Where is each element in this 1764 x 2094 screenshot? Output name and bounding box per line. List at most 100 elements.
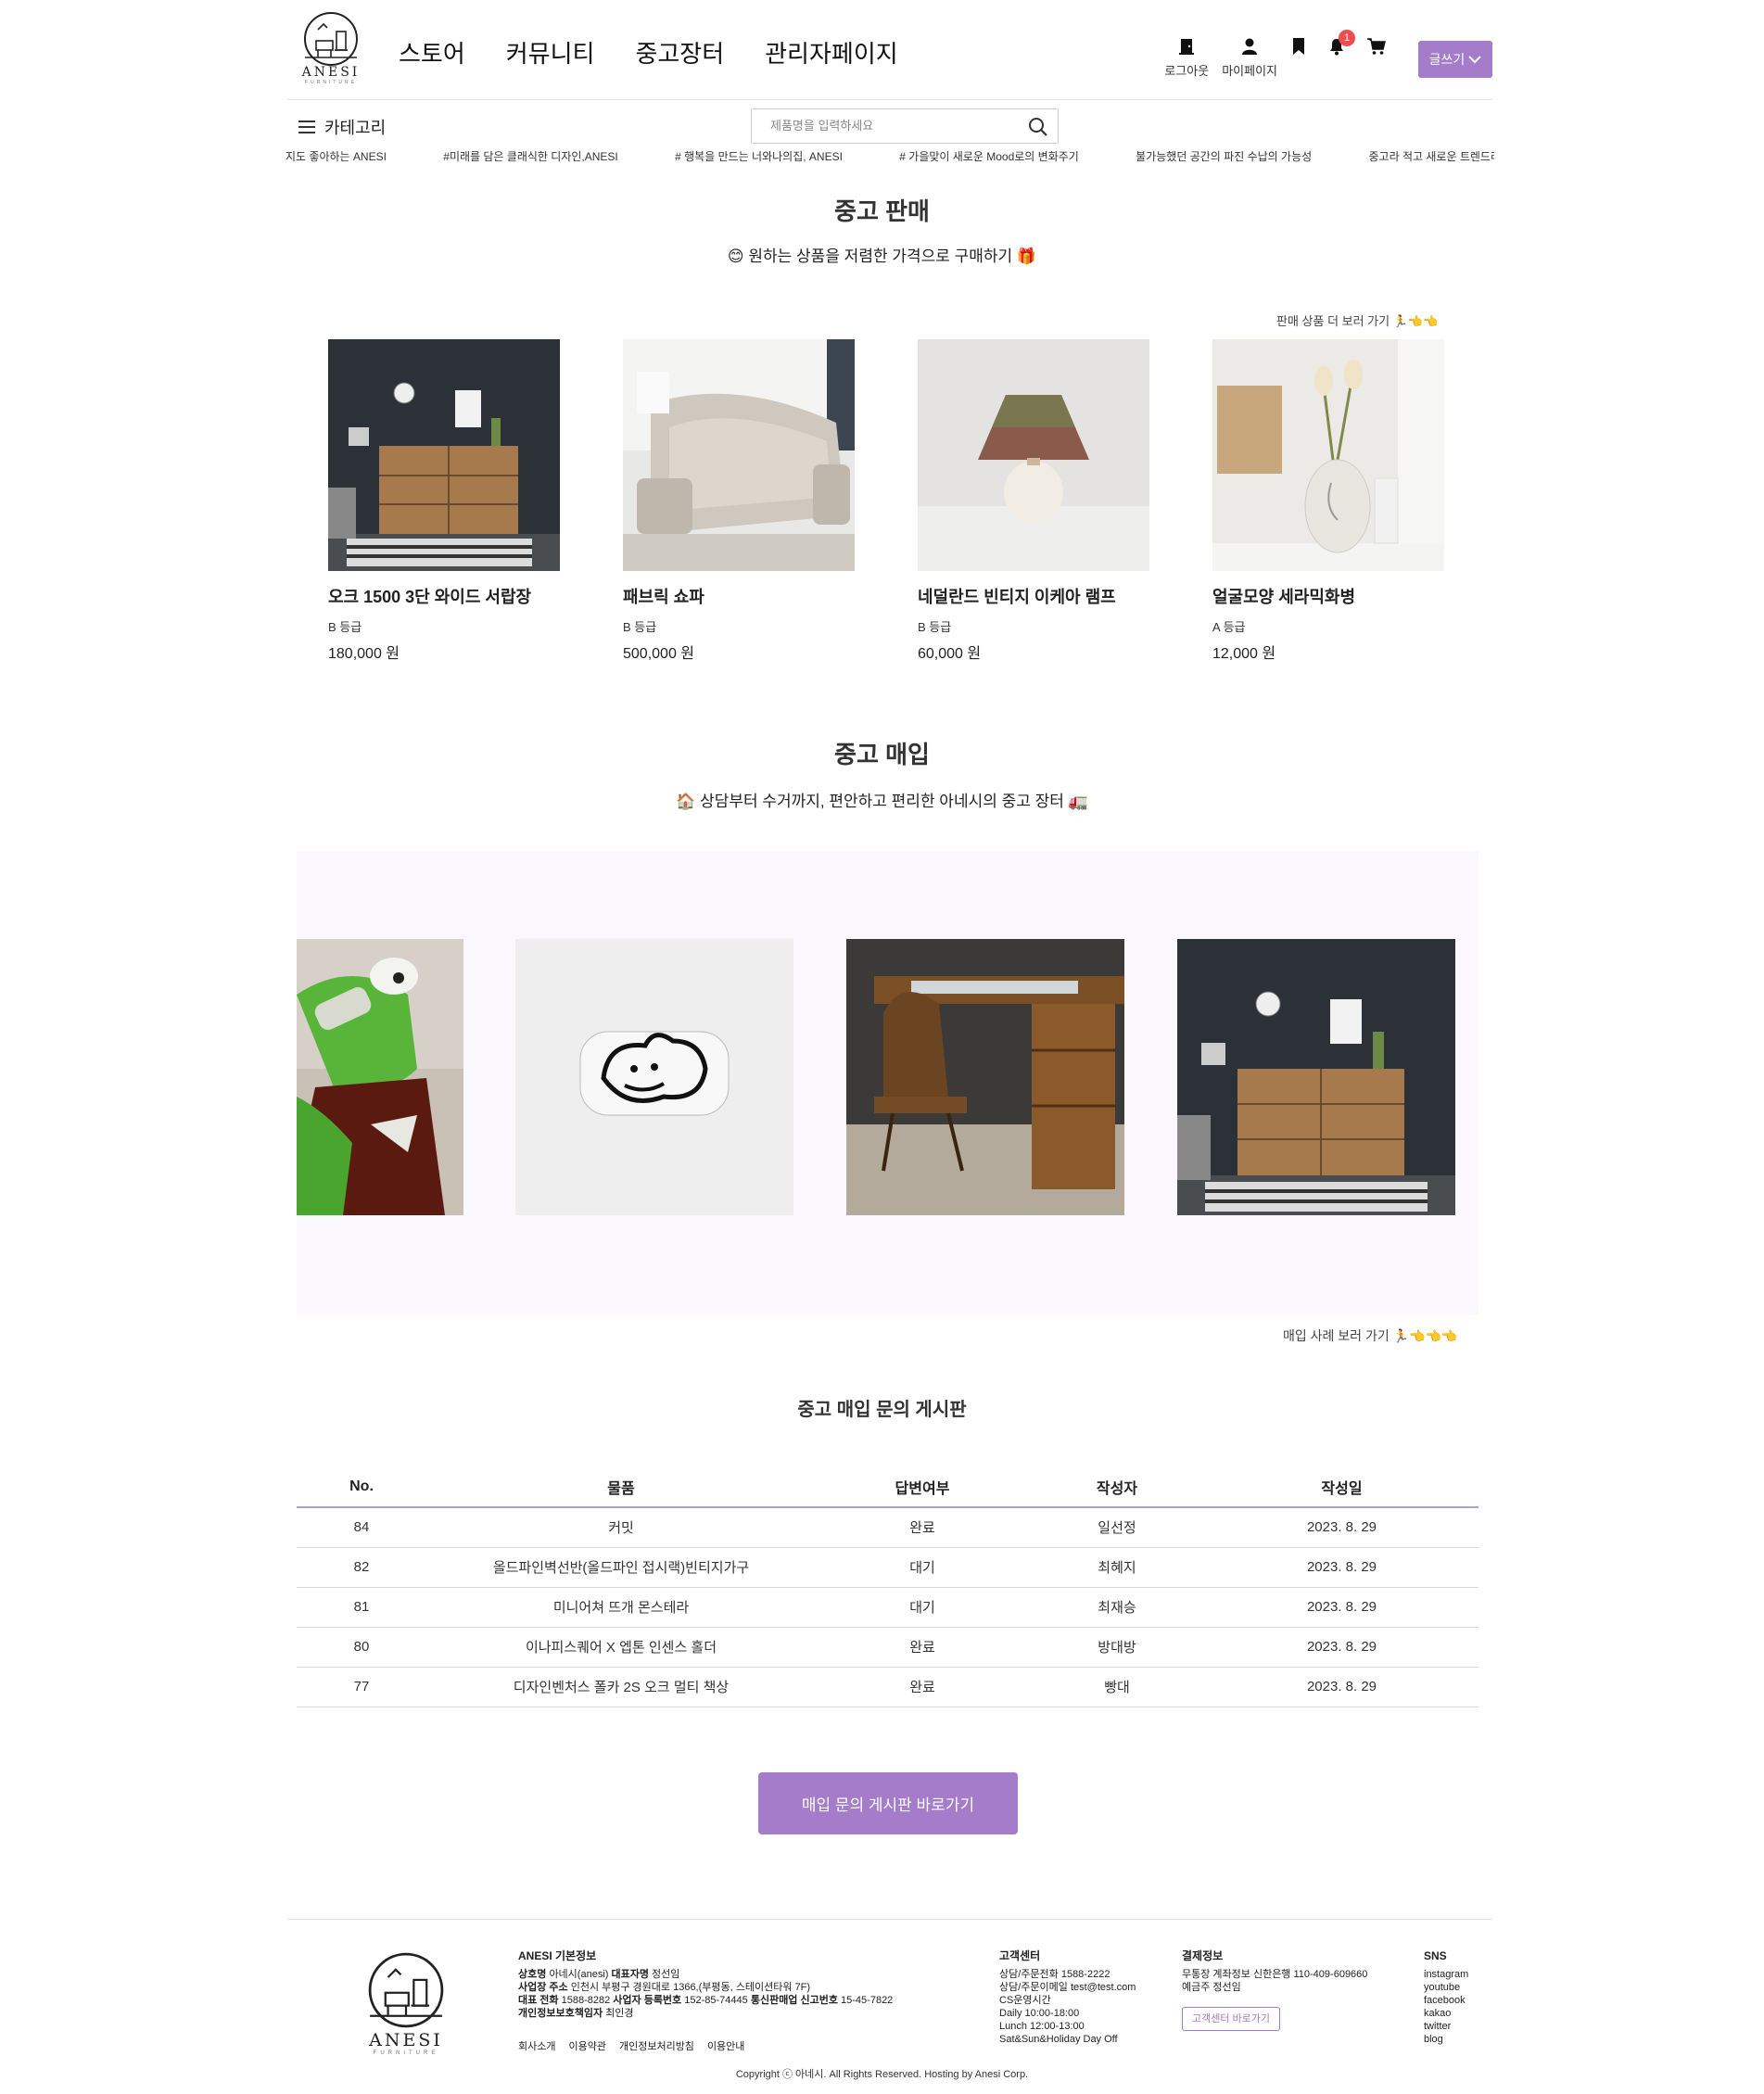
nav-used-market[interactable]: 중고장터 xyxy=(635,35,724,70)
door-icon xyxy=(1179,39,1195,55)
product-grade: A 등급 xyxy=(1212,620,1246,634)
cs-title: 고객센터 xyxy=(999,1949,1041,1962)
table-row[interactable]: 81 미니어쳐 뜨개 몬스테라 대기 최재승 2023. 8. 29 xyxy=(297,1587,1478,1628)
product-image-lamp[interactable] xyxy=(918,339,1149,571)
category-menu-button[interactable]: 카테고리 xyxy=(298,115,386,139)
product-grade: B 등급 xyxy=(328,620,362,634)
cs-line: 상담/주문전화 1588-2222 xyxy=(999,1969,1110,1980)
sale-more-link[interactable]: 판매 상품 더 보러 가기 🏃👈👈 xyxy=(1276,311,1438,329)
col-date: 작성일 xyxy=(1205,1466,1478,1508)
search-input[interactable] xyxy=(768,109,1019,141)
cell-writer: 최재승 xyxy=(1029,1587,1205,1628)
house-emoji-icon: 🏠 xyxy=(676,793,696,810)
sns-link-instagram[interactable]: instagram xyxy=(1424,1968,1468,1981)
search-box xyxy=(751,108,1059,144)
go-to-board-button[interactable]: 매입 문의 게시판 바로가기 xyxy=(758,1772,1018,1834)
ticker-item[interactable]: # 행복을 만드는 너와나의집, ANESI xyxy=(675,148,843,164)
table-row[interactable]: 80 이나피스퀘어 X 엡톤 인센스 홀더 완료 방대방 2023. 8. 29 xyxy=(297,1627,1478,1668)
cell-date: 2023. 8. 29 xyxy=(1205,1667,1478,1707)
product-image-sofa[interactable] xyxy=(623,339,855,571)
footer-company-info: ANESI 기본정보 상호명 아네시(anesi) 대표자명 정선임 사업장 주… xyxy=(518,1949,893,2020)
logo-emblem xyxy=(368,1952,444,2028)
product-price: 500,000 원 xyxy=(623,646,695,662)
cell-date: 2023. 8. 29 xyxy=(1205,1587,1478,1628)
notification-button[interactable]: 1 xyxy=(1327,30,1355,60)
product-name: 얼굴모양 세라믹화병 xyxy=(1212,588,1356,606)
user-nav: 로그아웃 마이페이지 1 글쓰기 xyxy=(1164,30,1492,79)
ticker-item[interactable]: 중고라 적고 새로운 트렌드라 xyxy=(1369,148,1495,164)
sns-link-blog[interactable]: blog xyxy=(1424,2033,1468,2046)
buy-more-link[interactable]: 매입 사례 보러 가기 🏃👈👈👈 xyxy=(1283,1326,1457,1345)
ticker-item[interactable]: # 가을맞이 새로운 Mood로의 변화주기 xyxy=(899,148,1079,164)
info-value: 152-85-74445 xyxy=(684,1995,748,2006)
footer-brand-name: ANESI xyxy=(369,2030,443,2050)
col-writer: 작성자 xyxy=(1029,1466,1205,1508)
cell-date: 2023. 8. 29 xyxy=(1205,1547,1478,1588)
product-card[interactable]: 패브릭 쇼파 B 등급 500,000 원 xyxy=(623,339,855,663)
buy-subtitle: 🏠 상담부터 수거까지, 편안하고 편리한 아네시의 중고 장터 🚛 xyxy=(0,788,1764,811)
buy-more-label: 매입 사례 보러 가기 xyxy=(1283,1328,1390,1343)
product-card[interactable]: 얼굴모양 세라믹화병 A 등급 12,000 원 xyxy=(1212,339,1444,663)
cart-button[interactable] xyxy=(1366,37,1387,60)
mypage-button[interactable]: 마이페이지 xyxy=(1222,37,1277,79)
ticker-item[interactable]: #미래를 담은 클래식한 디자인,ANESI xyxy=(443,148,618,164)
bookmark-icon xyxy=(1293,38,1304,55)
bookmark-button[interactable] xyxy=(1290,37,1307,60)
nav-community[interactable]: 커뮤니티 xyxy=(506,35,595,70)
product-card[interactable]: 오크 1500 3단 와이드 서랍장 B 등급 180,000 원 xyxy=(328,339,560,663)
table-row[interactable]: 77 디자인벤처스 폴카 2S 오크 멀티 책상 완료 빵대 2023. 8. … xyxy=(297,1667,1478,1707)
cell-item[interactable]: 미니어쳐 뜨개 몬스테라 xyxy=(426,1587,816,1628)
footer-link-terms[interactable]: 이용약관 xyxy=(568,2038,605,2053)
purchase-carousel[interactable] xyxy=(297,852,1478,1315)
user-icon xyxy=(1242,38,1258,55)
carousel-slide-kermit[interactable] xyxy=(297,939,463,1215)
cell-no: 82 xyxy=(297,1547,426,1588)
table-row[interactable]: 82 올드파인벽선반(올드파인 접시랙)빈티지가구 대기 최혜지 2023. 8… xyxy=(297,1547,1478,1588)
product-image-vase[interactable] xyxy=(1212,339,1444,571)
hashtag-ticker: 지도 좋아하는 ANESI #미래를 담은 클래식한 디자인,ANESI # 행… xyxy=(286,148,1494,171)
sns-link-facebook[interactable]: facebook xyxy=(1424,1994,1468,2007)
cell-writer: 최혜지 xyxy=(1029,1547,1205,1588)
cell-no: 81 xyxy=(297,1587,426,1628)
footer-link-privacy[interactable]: 개인정보처리방침 xyxy=(619,2038,694,2053)
cs-line: Daily 10:00-18:00 xyxy=(999,2008,1080,2019)
notification-badge: 1 xyxy=(1339,30,1355,46)
nav-admin[interactable]: 관리자페이지 xyxy=(765,35,898,70)
carousel-slide-dog-figure[interactable] xyxy=(515,939,793,1215)
product-card[interactable]: 네덜란드 빈티지 이케아 램프 B 등급 60,000 원 xyxy=(918,339,1149,663)
buy-title: 중고 매입 xyxy=(834,741,930,768)
logout-button[interactable]: 로그아웃 xyxy=(1164,37,1209,79)
cs-line: CS운영시간 xyxy=(999,1995,1051,2006)
table-row[interactable]: 84 커밋 완료 일선정 2023. 8. 29 xyxy=(297,1507,1478,1548)
customer-center-button[interactable]: 고객센터 바로가기 xyxy=(1182,2007,1281,2031)
carousel-slide-drawer[interactable] xyxy=(1177,939,1455,1215)
info-label: 통신판매업 신고번호 xyxy=(750,1995,838,2006)
cell-item[interactable]: 올드파인벽선반(올드파인 접시랙)빈티지가구 xyxy=(426,1547,816,1588)
carousel-slide-desk[interactable] xyxy=(846,939,1124,1215)
cs-line: Lunch 12:00-13:00 xyxy=(999,2021,1085,2032)
search-icon[interactable] xyxy=(1028,117,1048,137)
cell-item[interactable]: 커밋 xyxy=(426,1507,816,1548)
brand-logo[interactable]: ANESI FURNITURE xyxy=(293,11,369,89)
footer-link-guide[interactable]: 이용안내 xyxy=(707,2038,744,2053)
ticker-item[interactable]: 지도 좋아하는 ANESI xyxy=(286,148,387,164)
product-grade: B 등급 xyxy=(918,620,952,634)
ticker-item[interactable]: 불가능했던 공간의 파진 수납의 가능성 xyxy=(1136,148,1312,164)
cell-item[interactable]: 디자인벤처스 폴카 2S 오크 멀티 책상 xyxy=(426,1667,816,1707)
cell-item[interactable]: 이나피스퀘어 X 엡톤 인센스 홀더 xyxy=(426,1627,816,1668)
footer-links: 회사소개 이용약관 개인정보처리방침 이용안내 xyxy=(518,2038,744,2053)
col-no: No. xyxy=(297,1466,426,1508)
nav-store[interactable]: 스토어 xyxy=(399,35,465,70)
sns-link-youtube[interactable]: youtube xyxy=(1424,1981,1468,1994)
footer-logo[interactable]: ANESI FURNITURE xyxy=(358,1951,454,2056)
sns-link-kakao[interactable]: kakao xyxy=(1424,2007,1468,2020)
main-nav: 스토어 커뮤니티 중고장터 관리자페이지 xyxy=(399,35,898,70)
footer-brand-sub: FURNITURE xyxy=(373,2050,439,2056)
product-image-drawer[interactable] xyxy=(328,339,560,571)
write-button[interactable]: 글쓰기 xyxy=(1418,41,1492,78)
sale-subtitle: 😊 원하는 상품을 저렴한 가격으로 구매하기 🎁 xyxy=(0,243,1764,266)
footer-link-about[interactable]: 회사소개 xyxy=(518,2038,555,2053)
chevron-down-icon xyxy=(1468,56,1482,64)
col-status: 답변여부 xyxy=(816,1466,1029,1508)
sns-link-twitter[interactable]: twitter xyxy=(1424,2020,1468,2033)
